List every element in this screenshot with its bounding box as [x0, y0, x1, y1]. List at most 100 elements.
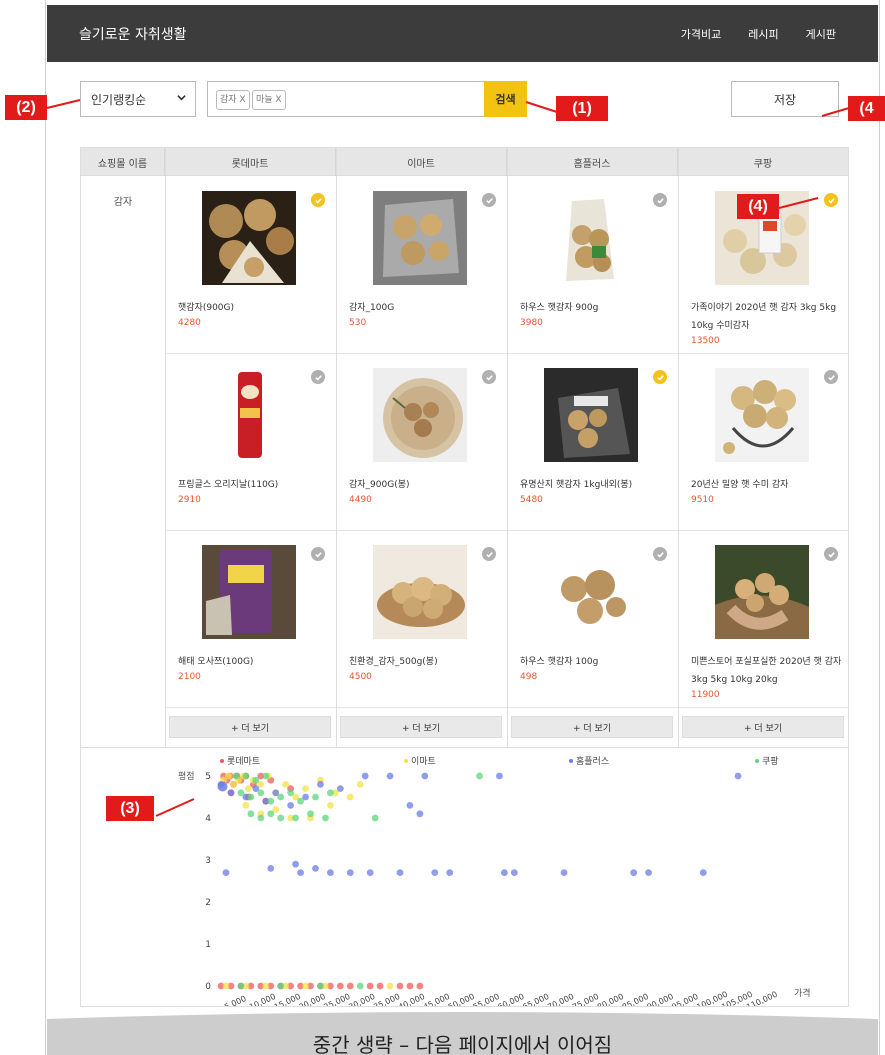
data-point: [222, 982, 230, 990]
header-mall-name: 쇼핑몰 이름: [81, 148, 165, 176]
data-point: [356, 982, 364, 990]
data-point: [416, 982, 424, 990]
product-name: 감자_100G 530: [349, 299, 507, 330]
product-price: 4500: [349, 672, 372, 682]
product-card[interactable]: 감자_100G 530: [337, 177, 507, 354]
product-image[interactable]: [544, 368, 638, 462]
product-card[interactable]: 프링글스 오리지날(110G) 2910: [166, 354, 336, 531]
data-point: [322, 814, 329, 822]
y-tick-label: 1: [205, 940, 211, 950]
product-price: 2100: [178, 672, 201, 682]
main-nav: 가격비교 레시피 게시판: [681, 26, 836, 42]
select-check-icon[interactable]: [824, 370, 838, 384]
product-card[interactable]: 친환경_감자_500g(봉) 4500: [337, 531, 507, 708]
data-point: [396, 869, 404, 876]
select-check-icon[interactable]: [482, 193, 496, 207]
data-point: [247, 793, 255, 801]
chevron-down-icon: [177, 93, 186, 105]
data-point: [356, 781, 364, 788]
select-check-icon[interactable]: [311, 370, 325, 384]
select-check-icon[interactable]: [824, 193, 838, 207]
data-point: [346, 982, 354, 990]
product-image[interactable]: [202, 545, 296, 639]
data-point: [327, 789, 334, 797]
product-image[interactable]: [544, 191, 638, 285]
legend-marker: [755, 759, 759, 763]
product-image[interactable]: [202, 191, 296, 285]
product-name: 친환경_감자_500g(봉) 4500: [349, 653, 507, 684]
legend-label: 이마트: [411, 756, 436, 767]
product-card[interactable]: 감자_900G(봉) 4490: [337, 354, 507, 531]
product-image[interactable]: [373, 545, 467, 639]
select-check-icon[interactable]: [824, 547, 838, 561]
product-card[interactable]: 유명산지 햇감자 1kg내외(봉) 5480: [508, 354, 678, 531]
callout-3-pointer: [155, 798, 195, 817]
data-point: [242, 802, 250, 809]
product-image[interactable]: [715, 368, 809, 462]
product-price: 4280: [178, 318, 201, 328]
product-image[interactable]: [544, 545, 638, 639]
select-check-icon[interactable]: [653, 547, 667, 561]
product-card[interactable]: 20년산 밀양 햇 수미 감자 9510: [679, 354, 849, 531]
site-title[interactable]: 슬기로운 자취생활: [79, 24, 187, 44]
header-emart: 이마트: [336, 148, 507, 176]
product-name: 해태 오사쯔(100G) 2100: [178, 653, 336, 684]
product-name: 가족이야기 2020년 햇 감자 3kg 5kg 10kg 수미감자 13500: [691, 299, 849, 348]
product-card[interactable]: 하우스 햇감자 900g 3980: [508, 177, 678, 354]
data-point: [421, 772, 429, 780]
data-point: [371, 814, 379, 822]
table-header: 쇼핑몰 이름 롯데마트 이마트 홈플러스 쿠팡: [81, 148, 848, 176]
more-button[interactable]: + 더 보기: [169, 716, 331, 738]
sort-select-value: 인기랭킹순: [91, 92, 147, 107]
more-button[interactable]: + 더 보기: [511, 716, 673, 738]
data-point: [317, 781, 324, 788]
callout-4-save-pointer: [821, 107, 850, 117]
product-image[interactable]: [373, 191, 467, 285]
x-axis-label: 가격: [794, 987, 811, 999]
data-point: [336, 982, 344, 990]
search-tag-potato[interactable]: 감자 X: [216, 90, 250, 110]
sort-select[interactable]: 인기랭킹순: [80, 81, 196, 117]
scatter-plot: 평점가격0123455,000 10,00015,00020,00025,0003…: [178, 755, 811, 1012]
select-check-icon[interactable]: [482, 370, 496, 384]
data-point: [244, 785, 252, 792]
product-price: 13500: [691, 336, 720, 346]
select-check-icon[interactable]: [311, 193, 325, 207]
nav-price-compare[interactable]: 가격비교: [681, 26, 721, 42]
header-lottemart: 롯데마트: [165, 148, 336, 176]
data-point: [317, 982, 324, 990]
product-card[interactable]: 하우스 햇감자 100g 498: [508, 531, 678, 708]
y-tick-label: 2: [205, 898, 211, 908]
data-point: [406, 982, 414, 990]
more-button[interactable]: + 더 보기: [340, 716, 502, 738]
product-card[interactable]: 햇감자(900G) 4280: [166, 177, 336, 354]
search-input[interactable]: 감자 X 마늘 X 검색: [207, 81, 527, 117]
rating-price-chart: 평점 가격 0 1 2 3 4 5 5,000 10,000 15,000 20,000 25,000 3…: [80, 747, 849, 1012]
nav-recipe[interactable]: 레시피: [748, 26, 778, 42]
product-image[interactable]: [715, 545, 809, 639]
data-point: [217, 781, 228, 792]
select-check-icon[interactable]: [653, 193, 667, 207]
product-card[interactable]: 미쁜스토어 포실포실한 2020년 햇 감자 3kg 5kg 10kg 20kg…: [679, 531, 849, 708]
product-name: 감자_900G(봉) 4490: [349, 476, 507, 507]
product-name: 햇감자(900G) 4280: [178, 299, 336, 330]
data-point: [416, 810, 424, 818]
select-check-icon[interactable]: [311, 547, 325, 561]
product-image[interactable]: [373, 368, 467, 462]
search-tag-garlic[interactable]: 마늘 X: [252, 90, 286, 110]
select-check-icon[interactable]: [482, 547, 496, 561]
select-check-icon[interactable]: [653, 370, 667, 384]
data-point: [361, 772, 369, 780]
callout-2-pointer: [46, 99, 81, 109]
search-button[interactable]: 검색: [484, 81, 527, 117]
data-point: [267, 865, 275, 872]
product-image[interactable]: [202, 368, 296, 462]
product-name: 20년산 밀양 햇 수미 감자 9510: [691, 476, 849, 507]
product-price: 5480: [520, 495, 543, 505]
more-button[interactable]: + 더 보기: [682, 716, 844, 738]
nav-board[interactable]: 게시판: [806, 26, 836, 42]
product-card[interactable]: 해태 오사쯔(100G) 2100: [166, 531, 336, 708]
data-point: [222, 869, 230, 876]
data-point: [242, 772, 250, 780]
product-price: 530: [349, 318, 367, 328]
